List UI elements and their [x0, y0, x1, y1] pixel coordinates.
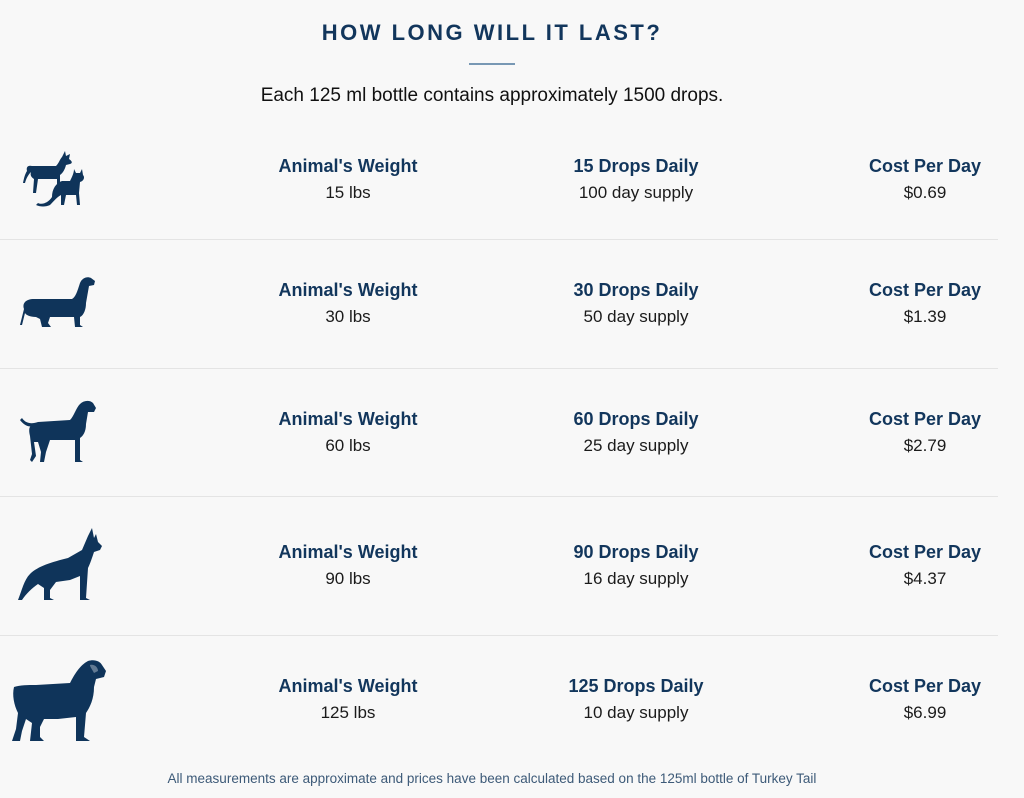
weight-label: Animal's Weight	[278, 155, 418, 176]
german-shepherd-icon	[16, 528, 104, 604]
cost-label: Cost Per Day	[868, 408, 982, 429]
dog-and-cat-icon	[22, 149, 92, 211]
cost-label: Cost Per Day	[868, 155, 982, 176]
weight-label: Animal's Weight	[278, 542, 418, 562]
title-divider	[469, 63, 515, 65]
weight-cell: Animal's Weight 125 lbs	[279, 673, 418, 727]
dosage-row: Animal's Weight 60 lbs 60 Drops Daily 25…	[0, 369, 998, 497]
drops-label: 15 Drops Daily	[573, 155, 699, 176]
weight-value: 125 lbs	[320, 703, 376, 722]
drops-cell: 90 Drops Daily 16 day supply	[573, 539, 698, 593]
weight-value: 15 lbs	[325, 182, 371, 202]
weight-value: 90 lbs	[325, 569, 371, 588]
supply-value: 25 day supply	[583, 435, 689, 455]
drops-label: 60 Drops Daily	[573, 408, 699, 429]
dosage-row: Animal's Weight 30 lbs 30 Drops Daily 50…	[0, 240, 998, 369]
cost-cell: Cost Per Day $6.99	[869, 673, 981, 727]
cost-value: $2.79	[903, 435, 947, 455]
supply-value: 16 day supply	[583, 569, 689, 588]
drops-cell: 15 Drops Daily 100 day supply	[573, 153, 698, 207]
drops-cell: 30 Drops Daily 50 day supply	[573, 277, 698, 331]
footnote: All measurements are approximate and pri…	[167, 771, 817, 786]
drops-label: 125 Drops Daily	[568, 676, 704, 696]
cost-value: $0.69	[903, 182, 947, 202]
weight-label: Animal's Weight	[278, 280, 418, 300]
labrador-icon	[20, 400, 100, 466]
cost-label: Cost Per Day	[868, 542, 982, 562]
weight-cell: Animal's Weight 90 lbs	[279, 539, 418, 593]
weight-label: Animal's Weight	[278, 676, 418, 696]
drops-label: 90 Drops Daily	[573, 542, 699, 562]
cost-value: $1.39	[903, 307, 947, 326]
page-title: HOW LONG WILL IT LAST?	[321, 20, 663, 45]
page-subtitle: Each 125 ml bottle contains approximatel…	[260, 85, 724, 106]
dosage-row: Animal's Weight 125 lbs 125 Drops Daily …	[0, 636, 998, 764]
weight-cell: Animal's Weight 15 lbs	[279, 153, 418, 207]
cost-label: Cost Per Day	[868, 280, 982, 300]
supply-value: 100 day supply	[578, 182, 694, 202]
weight-cell: Animal's Weight 30 lbs	[279, 277, 418, 331]
supply-value: 50 day supply	[583, 307, 689, 326]
weight-value: 30 lbs	[325, 307, 371, 326]
rottweiler-icon	[10, 657, 108, 743]
drops-cell: 125 Drops Daily 10 day supply	[568, 673, 703, 727]
cost-cell: Cost Per Day $4.37	[869, 539, 981, 593]
drops-label: 30 Drops Daily	[573, 280, 699, 300]
cost-cell: Cost Per Day $0.69	[869, 153, 981, 207]
dosage-row: Animal's Weight 90 lbs 90 Drops Daily 16…	[0, 497, 998, 636]
cost-value: $4.37	[903, 569, 947, 588]
cost-value: $6.99	[903, 703, 947, 722]
dosage-table: Animal's Weight 15 lbs 15 Drops Daily 10…	[0, 120, 998, 764]
weight-cell: Animal's Weight 60 lbs	[279, 406, 418, 460]
drops-cell: 60 Drops Daily 25 day supply	[573, 406, 698, 460]
supply-value: 10 day supply	[583, 703, 689, 722]
cost-label: Cost Per Day	[868, 676, 982, 696]
weight-label: Animal's Weight	[278, 408, 418, 429]
dosage-row: Animal's Weight 15 lbs 15 Drops Daily 10…	[0, 120, 998, 240]
dachshund-icon	[20, 275, 100, 333]
weight-value: 60 lbs	[325, 435, 371, 455]
cost-cell: Cost Per Day $1.39	[869, 277, 981, 331]
cost-cell: Cost Per Day $2.79	[869, 406, 981, 460]
